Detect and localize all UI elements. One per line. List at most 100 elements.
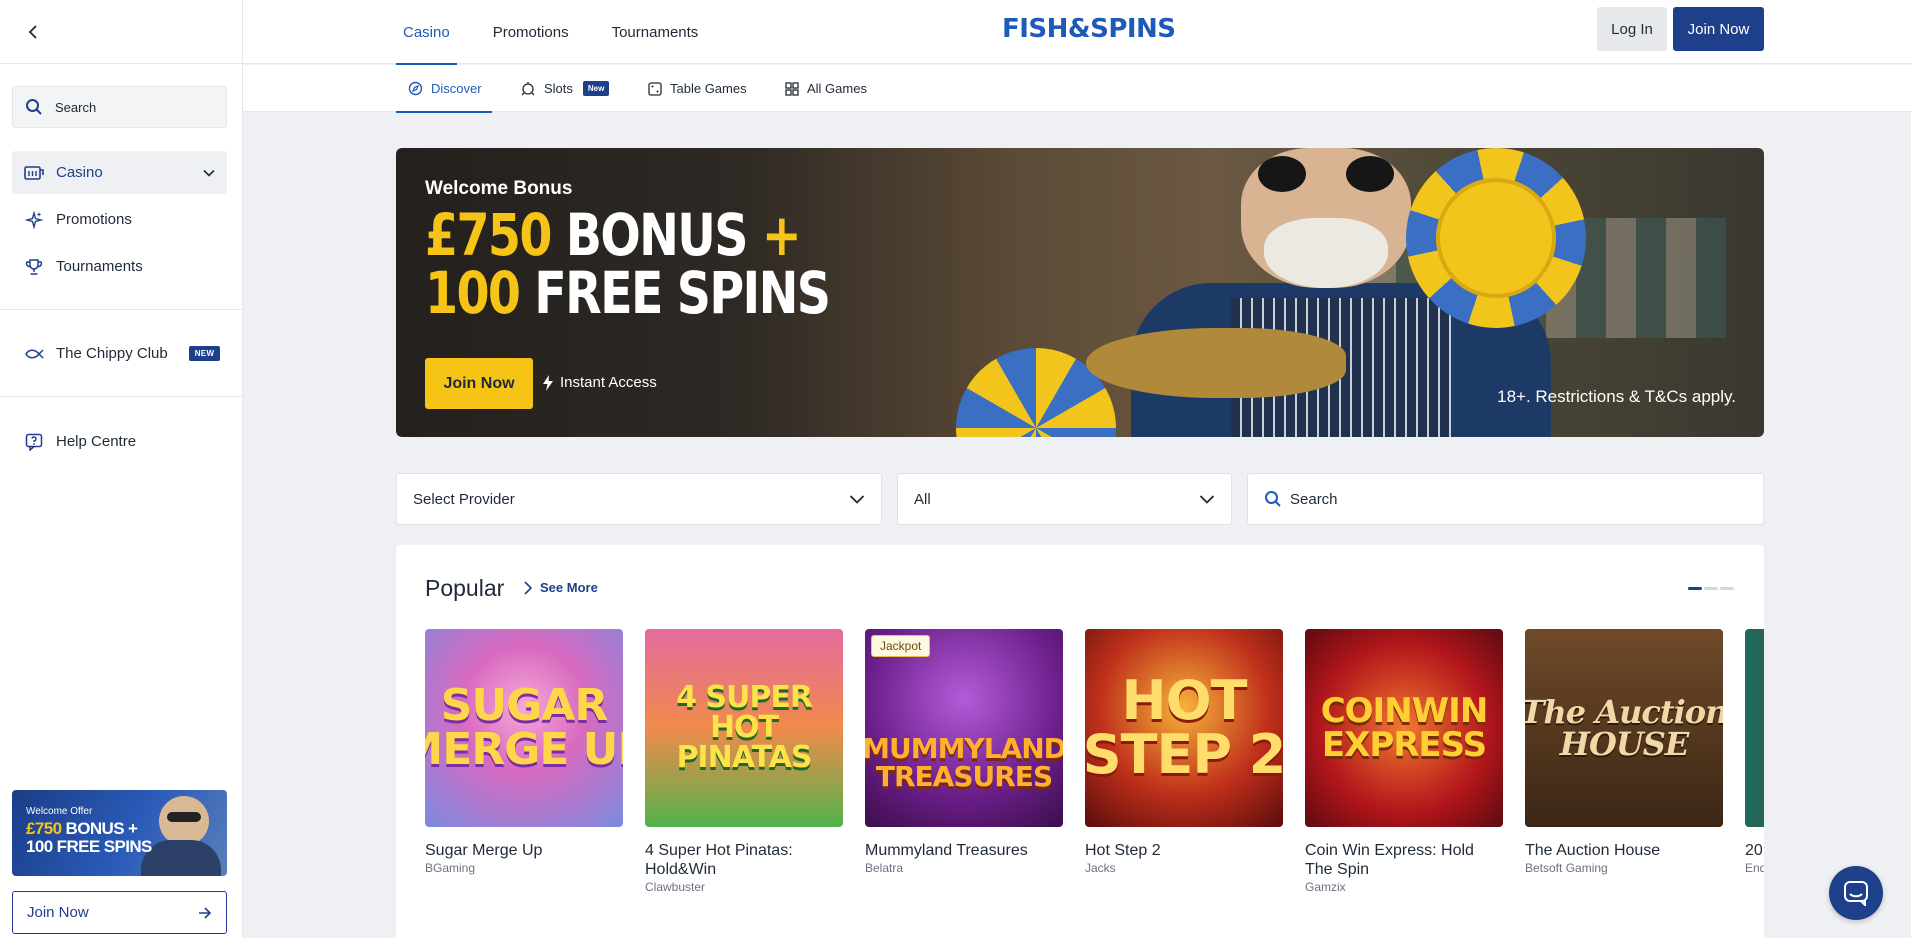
chevron-down-icon [1199,495,1215,504]
game-card[interactable]: 20 End [1745,629,1764,894]
game-provider: Jacks [1085,861,1116,875]
sidebar-header [0,0,242,64]
game-card[interactable]: 4 SUPER HOT PINATAS 4 Super Hot Pinatas:… [645,629,843,894]
category-select-value: All [914,490,931,508]
dice-icon [648,81,662,96]
sidebar-join-button[interactable]: Join Now [12,891,227,934]
game-card[interactable]: HOT STEP 2 Hot Step 2 Jacks [1085,629,1283,894]
promo-amount: £750 [26,819,62,838]
live-chat-button[interactable] [1829,866,1883,920]
sidebar-item-label: Casino [56,164,103,181]
sidebar-search[interactable]: Search [12,86,227,128]
game-search-input[interactable]: Search [1247,473,1764,525]
game-thumbnail[interactable]: HOT STEP 2 [1085,629,1283,827]
game-thumbnail[interactable]: 4 SUPER HOT PINATAS [645,629,843,827]
chevron-down-icon [203,169,215,177]
game-card[interactable]: Jackpot MUMMYLAND TREASURES Mummyland Tr… [865,629,1063,894]
game-provider: Betsoft Gaming [1525,861,1608,875]
welcome-bonus-hero: Welcome Bonus £750 BONUS + 100 FREE SPIN… [396,148,1764,437]
carousel-pagination[interactable] [1688,587,1734,590]
sidebar-item-help-centre[interactable]: Help Centre [12,420,227,463]
subnav-label: All Games [807,81,867,96]
sidebar-item-promotions[interactable]: Promotions [12,198,227,241]
game-art-title: SUGAR MERGE UP [425,680,623,775]
sidebar-chippy-club: The Chippy Club NEW [12,332,227,379]
game-art-title: COINWIN EXPRESS [1320,691,1489,765]
provider-select[interactable]: Select Provider [396,473,882,525]
game-provider: Belatra [865,861,904,875]
game-thumbnail[interactable] [1745,629,1764,827]
game-card[interactable]: COINWIN EXPRESS Coin Win Express: Hold T… [1305,629,1503,894]
game-title: Sugar Merge Up [425,842,543,859]
pagination-dot[interactable] [1704,587,1718,590]
pagination-dot[interactable] [1720,587,1734,590]
join-now-button[interactable]: Join Now [1673,7,1764,51]
game-title: The Auction House [1525,842,1661,859]
tab-casino[interactable]: Casino [396,0,457,65]
search-placeholder: Search [1290,490,1338,508]
tab-promotions[interactable]: Promotions [493,0,569,64]
subnav-table-games[interactable]: Table Games [648,65,747,112]
back-button[interactable] [22,20,46,44]
game-art-title: MUMMYLAND TREASURES [865,732,1063,793]
subnav-all-games[interactable]: All Games [785,65,867,112]
category-select[interactable]: All [897,473,1232,525]
lightning-icon [543,374,553,391]
game-title: Coin Win Express: Hold The Spin [1305,842,1474,878]
grid-icon [785,81,799,96]
trophy-icon [24,257,44,277]
subnav-slots[interactable]: Slots New [520,65,610,112]
sidebar-item-tournaments[interactable]: Tournaments [12,245,227,288]
subnav-label: Slots [544,81,573,96]
chef-body-illustration [141,840,221,876]
sidebar-item-label: Tournaments [56,258,143,275]
chevron-down-icon [849,495,865,504]
chef-beard-image [1264,218,1388,288]
fish-icon [24,344,44,364]
game-art-title: HOT STEP 2 [1085,669,1283,786]
arrow-right-icon [199,906,212,919]
subnav-label: Discover [431,81,482,96]
sidebar-item-label: The Chippy Club [56,345,168,362]
sidebar-nav: Casino Promotions Tournaments [12,151,227,292]
sidebar-item-label: Promotions [56,211,132,228]
slot-machine-icon [521,82,535,96]
game-art-title: The Auction HOUSE [1525,693,1723,763]
game-thumbnail[interactable]: SUGAR MERGE UP [425,629,623,827]
sidebar-item-casino[interactable]: Casino [12,151,227,194]
see-more-link[interactable]: See More [524,580,598,595]
game-thumbnail[interactable]: The Auction HOUSE [1525,629,1723,827]
pagination-dot[interactable] [1688,587,1702,590]
login-button[interactable]: Log In [1597,7,1667,51]
promo-bonus-text: BONUS + [61,819,138,838]
new-badge: New [582,81,610,96]
provider-select-value: Select Provider [413,490,515,508]
game-carousel: SUGAR MERGE UP Sugar Merge Up BGaming 4 … [425,629,1764,894]
subnav-discover[interactable]: Discover [396,65,492,113]
sidebar-item-chippy-club[interactable]: The Chippy Club NEW [12,332,227,375]
search-icon [1265,491,1281,507]
game-title: Mummyland Treasures [865,842,1028,859]
divider [0,396,243,397]
game-card[interactable]: The Auction HOUSE The Auction House Bets… [1525,629,1723,894]
sidebar-help: Help Centre [12,420,227,467]
top-header: Casino Promotions Tournaments FISH&SPINS… [243,0,1911,65]
chevron-left-icon [28,24,37,39]
instant-access: Instant Access [542,374,657,391]
sparkle-icon [24,209,44,230]
game-card[interactable]: SUGAR MERGE UP Sugar Merge Up BGaming [425,629,623,894]
terms-notice[interactable]: 18+. Restrictions & T&Cs apply. [1497,387,1736,407]
sidebar-welcome-offer-banner[interactable]: Welcome Offer £750 BONUS + 100 FREE SPIN… [12,790,227,876]
jackpot-badge: Jackpot [871,635,931,657]
tab-tournaments[interactable]: Tournaments [612,0,699,64]
game-title: 4 Super Hot Pinatas: Hold&Win [645,842,793,878]
divider [0,309,243,310]
site-logo[interactable]: FISH&SPINS [1002,14,1176,44]
sunglasses-image [1258,156,1394,192]
search-icon [26,99,42,115]
game-thumbnail[interactable]: Jackpot MUMMYLAND TREASURES [865,629,1063,827]
game-thumbnail[interactable]: COINWIN EXPRESS [1305,629,1503,827]
new-badge: NEW [188,346,221,361]
game-provider: Clawbuster [645,880,706,894]
hero-join-button[interactable]: Join Now [425,358,533,409]
